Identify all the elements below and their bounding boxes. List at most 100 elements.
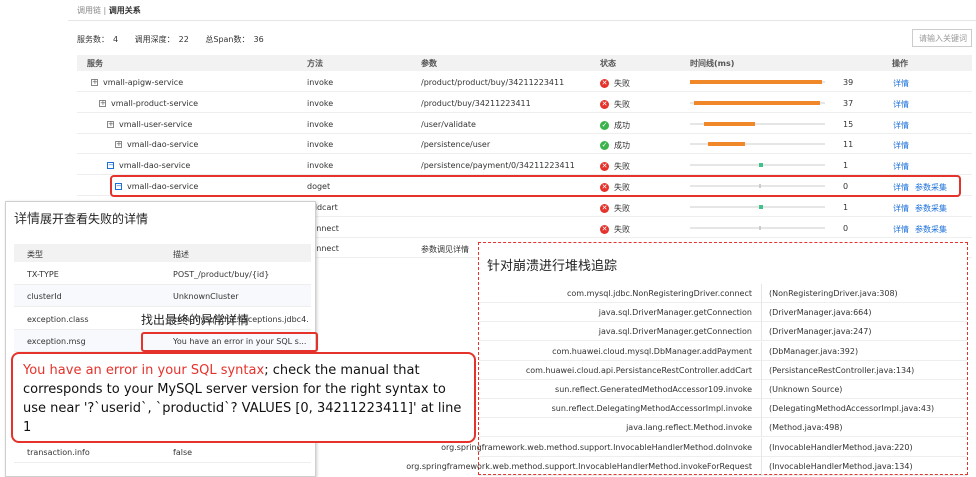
detail-value: POST_/product/buy/{id} — [173, 270, 270, 279]
detail-row: clusterId UnknownCluster — [14, 285, 311, 308]
detail-key: exception.class — [27, 314, 89, 324]
col-action: 操作 — [892, 59, 908, 68]
detail-table-header: 类型 描述 — [14, 244, 311, 262]
service-name: vmall-apigw-service — [103, 78, 184, 87]
breadcrumb: 调用链 | 调用关系 — [77, 5, 141, 16]
table-row[interactable]: + vmall-user-service invoke/user/validate ✓… — [77, 114, 972, 134]
expand-toggle-icon[interactable]: + — [115, 141, 122, 149]
breadcrumb-root[interactable]: 调用链 — [77, 6, 101, 15]
status-cell: ✕ 失败 — [600, 161, 630, 172]
service-name: vmall-user-service — [119, 119, 193, 129]
detail-key: transaction.info — [27, 448, 90, 458]
duration-cell: 1 — [843, 161, 849, 171]
duration-cell: 39 — [843, 78, 854, 87]
stack-frame: com.huawei.cloud.mysql.DbManager.addPaym… — [479, 341, 967, 361]
stack-frame: org.springframework.web.method.support.I… — [441, 437, 967, 457]
stack-frame: com.huawei.cloud.api.PersistanceRestCont… — [479, 360, 967, 380]
expand-toggle-icon[interactable]: + — [107, 120, 114, 128]
action-cell: 详情 — [893, 161, 915, 172]
service-cell: + vmall-dao-service — [115, 140, 198, 149]
detail-value: UnknownCluster — [173, 292, 239, 302]
detail-link[interactable]: 详情 — [893, 204, 909, 213]
timeline-bar — [758, 163, 763, 168]
status-cell: ✓ 成功 — [600, 120, 630, 131]
table-row[interactable]: + vmall-apigw-service invoke/product/produ… — [77, 72, 972, 92]
timeline-track — [690, 204, 825, 209]
expand-toggle-icon[interactable]: + — [91, 79, 98, 86]
detail-link[interactable]: 详情 — [893, 225, 909, 234]
duration-cell: 0 — [843, 223, 849, 233]
detail-col-type: 类型 — [27, 250, 43, 259]
expand-toggle-icon[interactable]: − — [107, 162, 114, 170]
stack-frame: java.lang.reflect.Method.invoke (Method.j… — [479, 418, 967, 438]
frame-divider — [761, 437, 762, 457]
success-icon: ✓ — [600, 120, 609, 130]
method-cell: invoke — [307, 140, 334, 150]
frame-divider — [761, 303, 762, 323]
table-row[interactable]: − vmall-dao-service invoke/persistence/pay… — [77, 155, 972, 176]
depth-label: 调用深度： — [134, 35, 175, 44]
trace-stats: 服务数： 4 调用深度： 22 总Span数： 36 — [77, 34, 268, 45]
table-header: 服务 方法 参数 状态 时间线(ms) 操作 — [77, 55, 972, 71]
frame-method: java.sql.DriverManager.getConnection — [598, 308, 752, 318]
fail-icon: ✕ — [600, 79, 609, 88]
highlight-failed-row — [110, 175, 961, 197]
service-name: vmall-dao-service — [127, 140, 199, 150]
timeline-bar — [690, 80, 823, 84]
fail-icon: ✕ — [600, 203, 609, 213]
status-cell: ✕ 失败 — [600, 78, 630, 89]
detail-link[interactable]: 详情 — [893, 121, 909, 130]
detail-key: exception.msg — [27, 336, 86, 346]
frame-location: (Unknown Source) — [769, 385, 843, 394]
frame-location: (InvocableHandlerMethod.java:134) — [769, 461, 913, 471]
stack-trace-panel: 针对崩溃进行堆栈追踪 com.mysql.jdbc.NonRegistering… — [406, 242, 968, 476]
table-row[interactable]: + vmall-product-service invoke/product/buy… — [77, 93, 972, 113]
detail-link[interactable]: 详情 — [893, 100, 909, 109]
fail-icon: ✕ — [600, 99, 609, 109]
status-text: 失败 — [614, 99, 630, 109]
timeline-track — [690, 225, 825, 230]
col-service: 服务 — [87, 59, 103, 68]
timeline-track — [690, 100, 825, 105]
search-input[interactable]: 请输入关键词 — [912, 29, 972, 47]
frame-location: (DbManager.java:392) — [769, 346, 859, 356]
timeline-track — [690, 163, 825, 168]
success-icon: ✓ — [600, 141, 609, 151]
breadcrumb-current: 调用关系 — [108, 6, 141, 15]
duration-cell: 15 — [843, 119, 854, 129]
timeline-bar — [707, 142, 746, 147]
status-text: 失败 — [614, 162, 630, 172]
method-cell: invoke — [307, 98, 334, 108]
status-text: 失败 — [614, 224, 630, 234]
col-params: 参数 — [421, 59, 437, 68]
detail-link[interactable]: 详情 — [893, 79, 909, 88]
duration-cell: 11 — [843, 140, 854, 150]
method-cell: invoke — [307, 161, 334, 171]
stack-frame: java.sql.DriverManager.getConnection (Dri… — [479, 322, 967, 342]
detail-row: transaction.info false — [14, 441, 311, 464]
status-text: 失败 — [614, 203, 630, 213]
detail-key: clusterId — [27, 292, 62, 302]
status-cell: ✓ 成功 — [600, 140, 630, 151]
status-text: 成功 — [614, 141, 630, 151]
action-cell: 详情 — [893, 99, 915, 110]
timeline-track — [690, 142, 825, 147]
detail-col-desc: 描述 — [173, 250, 189, 259]
expand-toggle-icon[interactable]: + — [99, 99, 106, 107]
duration-cell: 37 — [843, 98, 854, 108]
detail-link[interactable]: 详情 — [893, 162, 909, 171]
exception-annotation: 找出最终的异常详情 — [141, 313, 250, 327]
timeline-bar — [694, 100, 820, 105]
secondary-action-link[interactable]: 参数采集 — [915, 225, 947, 234]
secondary-action-link[interactable]: 参数采集 — [915, 204, 947, 213]
detail-annotation: 展开查看失败的详情 — [40, 212, 149, 226]
timeline-bar — [758, 225, 761, 230]
span-label: 总Span数： — [205, 35, 250, 44]
divider — [68, 20, 976, 21]
service-cell: + vmall-apigw-service — [91, 78, 183, 87]
service-cell: − vmall-dao-service — [107, 161, 190, 170]
status-text: 失败 — [614, 79, 630, 88]
frame-location: (NonRegisteringDriver.java:308) — [769, 289, 898, 298]
table-row[interactable]: + vmall-dao-service invoke/persistence/use… — [77, 134, 972, 155]
detail-link[interactable]: 详情 — [893, 141, 909, 150]
